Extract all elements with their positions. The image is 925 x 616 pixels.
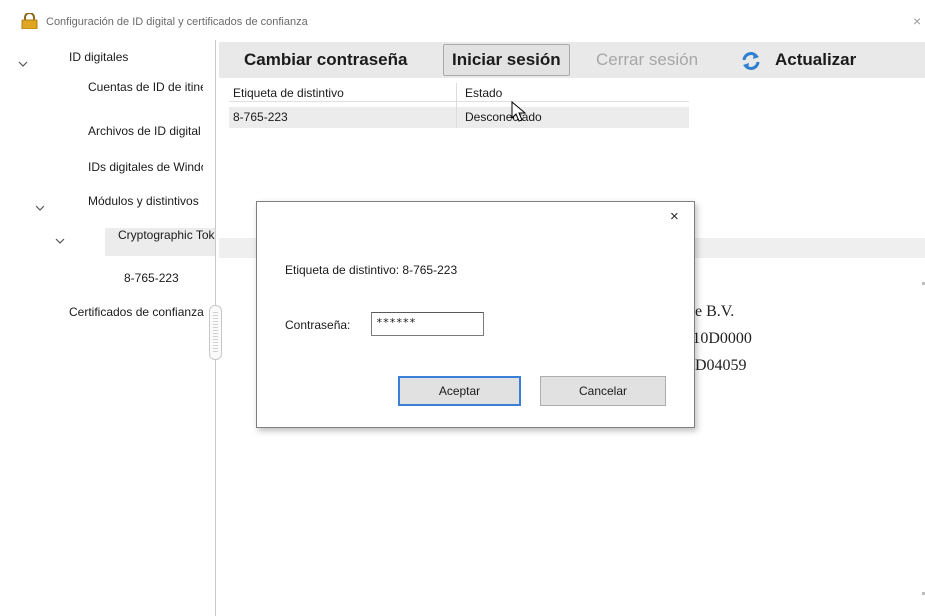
table-header: Etiqueta de distintivo Estado (229, 83, 689, 102)
title-bar: Configuración de ID digital y certificad… (0, 0, 925, 34)
splitter-handle[interactable] (209, 305, 222, 360)
row-token-status: Desconectado (465, 110, 542, 124)
column-divider (456, 83, 457, 128)
refresh-icon[interactable] (740, 51, 762, 71)
password-label: Contraseña: (285, 318, 351, 332)
accept-button[interactable]: Aceptar (398, 376, 521, 406)
token-label-text: Etiqueta de distintivo: 8-765-223 (285, 263, 458, 277)
refresh-button[interactable]: Actualizar (775, 42, 856, 78)
column-header-status[interactable]: Estado (465, 86, 502, 100)
login-dialog: × Etiqueta de distintivo: 8-765-223 Cont… (256, 201, 695, 428)
window-close-button[interactable]: × (913, 13, 921, 29)
table-row[interactable]: 8-765-223 Desconectado (229, 107, 689, 128)
toolbar: Cambiar contraseña Iniciar sesión Cerrar… (219, 42, 925, 78)
chevron-down-icon[interactable] (55, 236, 65, 246)
tree-item-digital-ids[interactable]: ID digitales (69, 50, 209, 78)
dialog-close-button[interactable]: × (670, 208, 679, 225)
tree-item-trusted-certificates[interactable]: Certificados de confianza (69, 305, 206, 333)
password-field[interactable]: ****** (371, 312, 484, 336)
details-line: )10D0000 (687, 330, 752, 347)
row-token-label: 8-765-223 (233, 110, 288, 124)
column-header-label[interactable]: Etiqueta de distintivo (233, 86, 344, 100)
sidebar-tree: ID digitales Cuentas de ID de itineranci… (0, 40, 215, 616)
login-button[interactable]: Iniciar sesión (443, 44, 570, 76)
change-password-button[interactable]: Cambiar contraseña (244, 42, 407, 78)
logout-button[interactable]: Cerrar sesión (596, 42, 698, 78)
chevron-down-icon[interactable] (18, 59, 28, 69)
tree-item-token-8-765-223[interactable]: 8-765-223 (124, 271, 204, 299)
chevron-down-icon[interactable] (35, 203, 45, 213)
tree-item-windows-ids[interactable]: IDs digitales de Windows (88, 160, 203, 188)
cancel-button[interactable]: Cancelar (540, 376, 666, 406)
window-title: Configuración de ID digital y certificad… (46, 16, 308, 28)
mouse-pointer-icon (511, 101, 527, 122)
details-line: 3D04059 (687, 357, 747, 374)
tree-item-pkcs-modules[interactable]: Módulos y distintivos PKCS#11 (88, 194, 203, 222)
tree-item-roaming-accounts[interactable]: Cuentas de ID de itinerancia (88, 80, 203, 108)
lock-icon (21, 13, 38, 29)
tree-item-id-files[interactable]: Archivos de ID digital (88, 124, 203, 152)
tree-item-crypto-token[interactable]: Cryptographic Token (105, 228, 215, 256)
